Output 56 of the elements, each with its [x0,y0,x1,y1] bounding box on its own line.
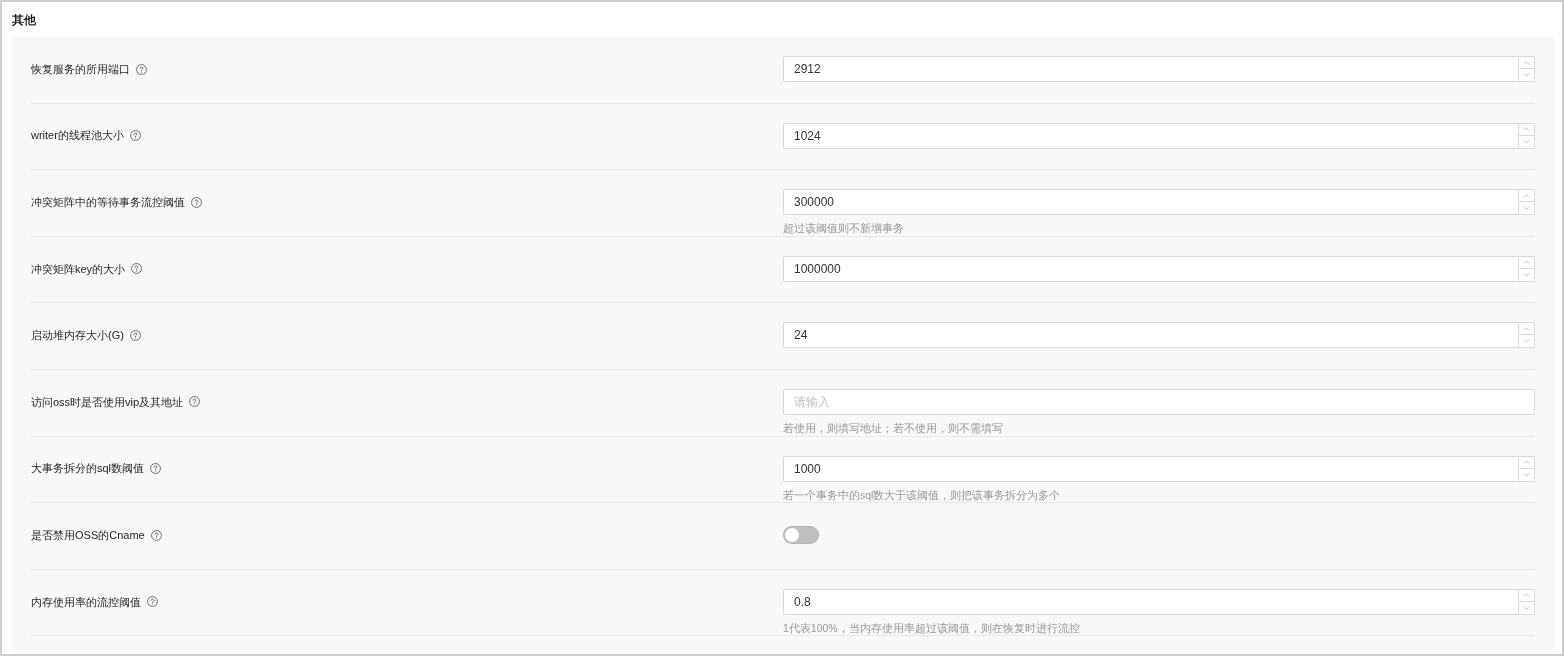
chevron-up-icon [1523,593,1530,598]
chevron-up-icon [1523,260,1530,265]
help-icon[interactable] [150,529,162,541]
help-text: 1代表100%，当内存使用率超过该阈值，则在恢复时进行流控 [783,620,1080,635]
text-input[interactable]: 请输入 [783,388,1535,415]
toggle-switch[interactable] [783,526,819,545]
increment-button[interactable] [1518,322,1535,336]
help-text: 超过该阈值则不新增事务 [783,221,904,236]
decrement-button[interactable] [1518,202,1535,216]
help-icon[interactable] [136,63,147,75]
decrement-button[interactable] [1518,335,1535,349]
field-label: 访问oss时是否使用vip及其地址 [31,394,184,410]
number-input[interactable]: 0.8 [783,588,1518,615]
number-input[interactable]: 1000000 [783,255,1518,282]
number-input[interactable]: 2912 [783,56,1518,82]
field-label: 启动堆内存大小(G) [31,328,124,344]
field-label: 是否禁用OSS的Cname [31,527,145,543]
field-label: writer的线程池大小 [31,128,124,144]
field-label: 内存使用率的流控阈值 [31,594,141,610]
number-input[interactable]: 1024 [783,122,1518,149]
field-label: 大事务拆分的sql数阈值 [31,461,145,477]
help-text: 若一个事务中的sql数大于该阈值，则把该事务拆分为多个 [783,487,1061,502]
chevron-down-icon [1523,272,1530,277]
chevron-up-icon [1523,60,1530,65]
number-input[interactable]: 300000 [783,189,1518,216]
help-icon[interactable] [129,329,141,341]
increment-button[interactable] [1518,122,1535,136]
field-label: 恢复服务的所用端口 [31,61,130,77]
field-label: 冲突矩阵key的大小 [31,261,126,277]
increment-button[interactable] [1518,56,1535,69]
help-icon[interactable] [189,396,201,408]
chevron-down-icon [1523,206,1530,211]
help-icon[interactable] [129,130,141,142]
field-label: 冲突矩阵中的等待事务流控阈值 [31,194,185,210]
chevron-down-icon [1523,73,1530,77]
chevron-up-icon [1523,193,1530,198]
number-input[interactable]: 1000 [783,455,1518,482]
increment-button[interactable] [1518,588,1535,602]
increment-button[interactable] [1518,255,1535,269]
help-icon[interactable] [150,463,162,475]
chevron-down-icon [1523,339,1530,344]
chevron-down-icon [1523,139,1530,144]
chevron-down-icon [1523,605,1530,610]
help-icon[interactable] [191,196,202,208]
help-text: 若使用，则填写地址；若不使用，则不需填写 [783,420,1003,435]
chevron-up-icon [1523,127,1530,132]
increment-button[interactable] [1518,189,1535,203]
increment-button[interactable] [1518,455,1535,469]
decrement-button[interactable] [1518,69,1535,82]
help-icon[interactable] [131,263,143,275]
section-title: 其他 [12,11,36,29]
help-icon[interactable] [147,596,158,608]
number-input[interactable]: 24 [783,322,1518,349]
chevron-up-icon [1523,460,1530,465]
chevron-down-icon [1523,472,1530,477]
chevron-up-icon [1523,326,1530,331]
